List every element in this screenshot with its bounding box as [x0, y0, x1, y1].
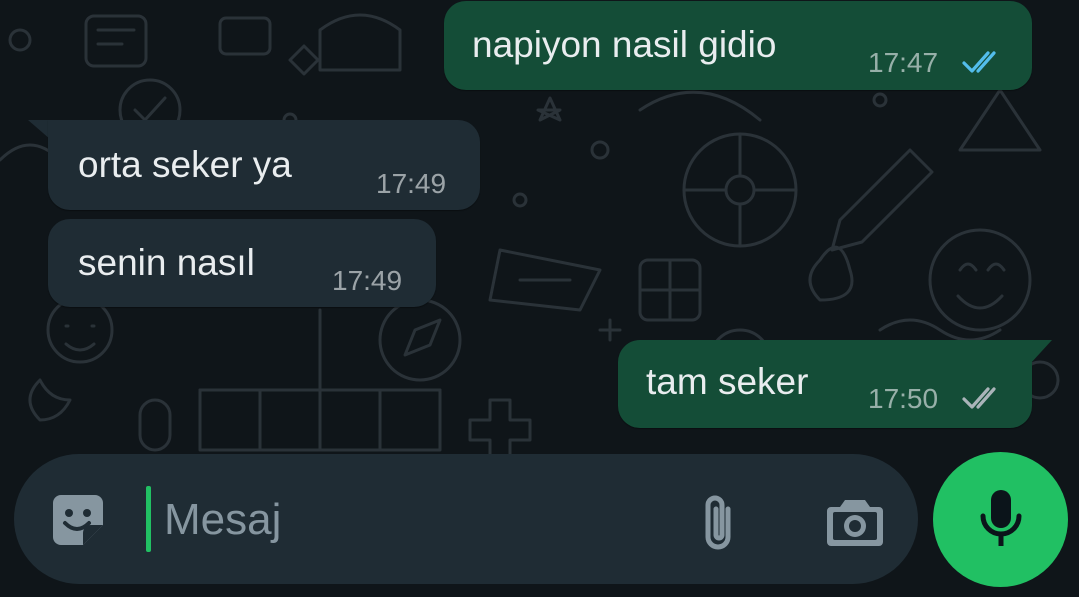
sticker-icon[interactable] — [48, 490, 108, 550]
message-time: 17:47 — [868, 47, 939, 78]
message-time: 17:49 — [332, 265, 403, 296]
message-time: 17:49 — [376, 168, 447, 199]
chat-screen: napiyon nasil gidio 17:47 orta seker ya … — [0, 0, 1079, 597]
message-bubble-outgoing[interactable]: tam seker 17:50 — [618, 340, 1032, 428]
delivered-receipt-icon — [962, 387, 996, 409]
text-cursor — [146, 486, 151, 552]
bubble-tail — [1030, 340, 1052, 364]
camera-icon[interactable] — [822, 492, 888, 552]
read-receipt-icon — [962, 51, 996, 73]
message-time: 17:50 — [868, 383, 939, 414]
message-bubble-incoming[interactable]: senin nasıl 17:49 — [48, 219, 436, 307]
message-input[interactable]: Mesaj — [164, 494, 281, 546]
message-composer[interactable]: Mesaj — [14, 454, 918, 584]
message-text: senin nasıl — [78, 242, 255, 283]
message-text: orta seker ya — [78, 144, 292, 185]
voice-record-button[interactable] — [933, 452, 1068, 587]
message-bubble-outgoing[interactable]: napiyon nasil gidio 17:47 — [444, 1, 1032, 90]
message-text: tam seker — [646, 361, 809, 402]
mic-icon — [980, 489, 1021, 546]
message-bubble-incoming[interactable]: orta seker ya 17:49 — [48, 120, 480, 210]
attach-icon[interactable] — [694, 490, 742, 554]
message-text: napiyon nasil gidio — [472, 24, 777, 65]
